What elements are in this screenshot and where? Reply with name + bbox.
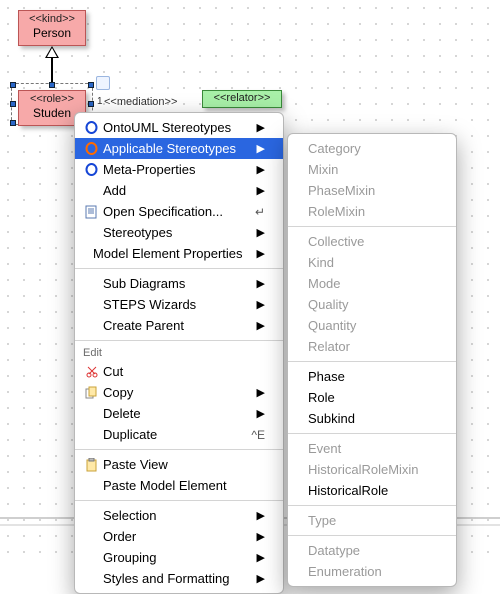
menu-stereotypes[interactable]: Stereotypes ▶	[75, 222, 283, 243]
submenu-event[interactable]: Event	[288, 438, 456, 459]
submenu-relator[interactable]: Relator	[288, 336, 456, 357]
menu-separator	[288, 226, 456, 227]
submenu-category[interactable]: Category	[288, 138, 456, 159]
mediation-label: <<mediation>>	[104, 96, 177, 108]
submenu-historicalrole[interactable]: HistoricalRole	[288, 480, 456, 501]
submenu-quantity[interactable]: Quantity	[288, 315, 456, 336]
submenu-arrow-icon: ▶	[257, 407, 265, 420]
submenu-datatype[interactable]: Datatype	[288, 540, 456, 561]
quick-action-icon[interactable]	[96, 76, 110, 90]
menu-model-element-properties[interactable]: Model Element Properties ▶	[75, 243, 283, 264]
menu-separator	[288, 433, 456, 434]
submenu-collective[interactable]: Collective	[288, 231, 456, 252]
submenu-historicalrolemixin[interactable]: HistoricalRoleMixin	[288, 459, 456, 480]
menu-section-edit: Edit	[75, 345, 283, 361]
submenu-arrow-icon: ▶	[257, 184, 265, 197]
menu-separator	[75, 500, 283, 501]
applicable-stereotypes-submenu: Category Mixin PhaseMixin RoleMixin Coll…	[287, 133, 457, 587]
ontouml-o-icon	[81, 142, 101, 155]
menu-separator	[75, 449, 283, 450]
submenu-type[interactable]: Type	[288, 510, 456, 531]
menu-styles-formatting[interactable]: Styles and Formatting ▶	[75, 568, 283, 589]
menu-delete[interactable]: Delete ▶	[75, 403, 283, 424]
menu-separator	[75, 340, 283, 341]
submenu-role[interactable]: Role	[288, 387, 456, 408]
menu-duplicate[interactable]: Duplicate ^E	[75, 424, 283, 445]
menu-separator	[75, 268, 283, 269]
menu-applicable-stereotypes[interactable]: Applicable Stereotypes ▶	[75, 138, 283, 159]
menu-paste-view[interactable]: Paste View	[75, 454, 283, 475]
scissors-icon	[81, 365, 101, 378]
menu-separator	[288, 505, 456, 506]
submenu-arrow-icon: ▶	[257, 142, 265, 155]
submenu-mode[interactable]: Mode	[288, 273, 456, 294]
submenu-arrow-icon: ▶	[257, 319, 265, 332]
submenu-kind[interactable]: Kind	[288, 252, 456, 273]
submenu-quality[interactable]: Quality	[288, 294, 456, 315]
class-relator[interactable]: <<relator>>	[202, 90, 282, 108]
menu-sub-diagrams[interactable]: Sub Diagrams ▶	[75, 273, 283, 294]
submenu-subkind[interactable]: Subkind	[288, 408, 456, 429]
document-icon	[81, 205, 101, 219]
submenu-enumeration[interactable]: Enumeration	[288, 561, 456, 582]
menu-create-parent[interactable]: Create Parent ▶	[75, 315, 283, 336]
stereotype-label: <<relator>>	[207, 92, 277, 105]
submenu-arrow-icon: ▶	[257, 509, 265, 522]
submenu-rolemixin[interactable]: RoleMixin	[288, 201, 456, 222]
stereotype-label: <<kind>>	[25, 13, 79, 26]
shortcut-label: ^E	[251, 428, 265, 442]
submenu-phasemixin[interactable]: PhaseMixin	[288, 180, 456, 201]
submenu-arrow-icon: ▶	[257, 163, 265, 176]
generalization-arrowhead	[45, 46, 59, 58]
ontouml-o-icon	[81, 121, 101, 134]
submenu-arrow-icon: ▶	[257, 277, 265, 290]
enter-key-icon: ↵	[255, 205, 265, 219]
menu-selection[interactable]: Selection ▶	[75, 505, 283, 526]
class-person[interactable]: <<kind>> Person	[18, 10, 86, 46]
menu-separator	[288, 535, 456, 536]
submenu-arrow-icon: ▶	[257, 551, 265, 564]
stereotype-label: <<role>>	[25, 93, 79, 106]
ontouml-o-icon	[81, 163, 101, 176]
menu-steps-wizards[interactable]: STEPS Wizards ▶	[75, 294, 283, 315]
menu-copy[interactable]: Copy ▶	[75, 382, 283, 403]
submenu-mixin[interactable]: Mixin	[288, 159, 456, 180]
menu-paste-model-element[interactable]: Paste Model Element	[75, 475, 283, 496]
menu-ontouml-stereotypes[interactable]: OntoUML Stereotypes ▶	[75, 117, 283, 138]
menu-add[interactable]: Add ▶	[75, 180, 283, 201]
menu-grouping[interactable]: Grouping ▶	[75, 547, 283, 568]
menu-order[interactable]: Order ▶	[75, 526, 283, 547]
menu-open-specification[interactable]: Open Specification... ↵	[75, 201, 283, 222]
submenu-arrow-icon: ▶	[257, 247, 265, 260]
menu-cut[interactable]: Cut	[75, 361, 283, 382]
class-name: Person	[25, 26, 79, 40]
paste-icon	[81, 458, 101, 472]
class-name: Studen	[25, 106, 79, 120]
submenu-phase[interactable]: Phase	[288, 366, 456, 387]
submenu-arrow-icon: ▶	[257, 121, 265, 134]
submenu-arrow-icon: ▶	[257, 386, 265, 399]
submenu-arrow-icon: ▶	[257, 226, 265, 239]
submenu-arrow-icon: ▶	[257, 572, 265, 585]
multiplicity-label: 1	[97, 96, 103, 107]
submenu-arrow-icon: ▶	[257, 298, 265, 311]
context-menu: OntoUML Stereotypes ▶ Applicable Stereot…	[74, 112, 284, 594]
menu-separator	[288, 361, 456, 362]
menu-meta-properties[interactable]: Meta-Properties ▶	[75, 159, 283, 180]
submenu-arrow-icon: ▶	[257, 530, 265, 543]
copy-icon	[81, 386, 101, 399]
